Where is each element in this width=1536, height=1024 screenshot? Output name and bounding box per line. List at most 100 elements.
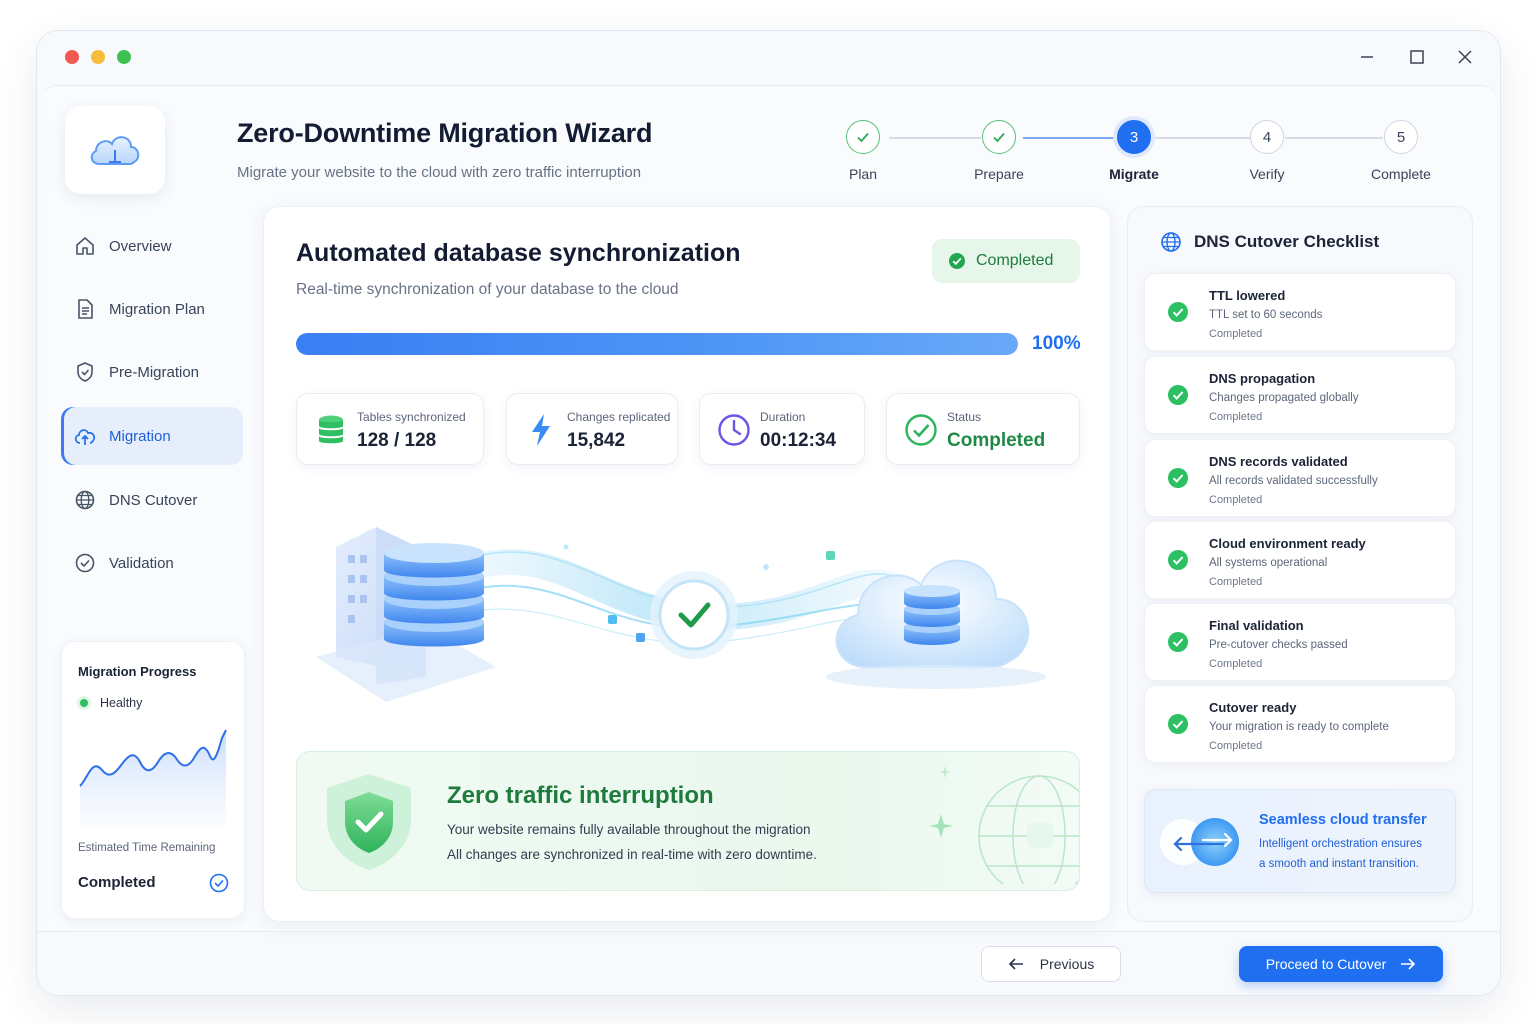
estimate-label: Estimated Time Remaining xyxy=(78,842,216,854)
sidebar-item-label: Migration xyxy=(109,427,171,445)
sidebar-item-label: Pre-Migration xyxy=(109,363,200,381)
checklist-item-title: DNS propagation xyxy=(1209,371,1316,386)
document-icon xyxy=(73,297,97,321)
minimize-icon[interactable] xyxy=(1353,43,1381,71)
step-label: Migrate xyxy=(1109,166,1159,182)
zero-card-line2: All changes are synchronized in real-tim… xyxy=(447,847,817,862)
sidebar-item-label: Overview xyxy=(109,237,172,255)
sidebar-item-dns-cutover[interactable]: DNS Cutover xyxy=(61,471,243,529)
checklist-item-status: Completed xyxy=(1209,576,1263,588)
stat-value: Completed xyxy=(947,430,1046,451)
checklist-item-cloud-env: Cloud environment ready All systems oper… xyxy=(1144,521,1456,599)
sidebar-item-overview[interactable]: Overview xyxy=(61,217,243,275)
step-label: Prepare xyxy=(974,166,1024,182)
sync-progress-percent: 100% xyxy=(1032,333,1081,354)
sync-illustration xyxy=(316,527,1046,702)
checklist-item-desc: All records validated successfully xyxy=(1209,475,1378,487)
estimate-value: Completed xyxy=(78,874,156,891)
zero-card-title: Zero traffic interruption xyxy=(447,782,714,809)
step-complete[interactable]: 5 Complete xyxy=(1356,120,1446,182)
checklist-item-dns-propagation: DNS propagation Changes propagated globa… xyxy=(1144,356,1456,434)
close-dot[interactable] xyxy=(65,50,79,64)
lightning-icon xyxy=(523,412,559,448)
previous-button-label: Previous xyxy=(1039,956,1095,972)
sync-subtitle: Real-time synchronization of your databa… xyxy=(296,281,679,298)
close-icon[interactable] xyxy=(1451,43,1479,71)
seamless-line1: Intelligent orchestration ensures xyxy=(1259,838,1423,850)
checklist-item-status: Completed xyxy=(1209,494,1263,506)
dns-checklist-panel: DNS Cutover Checklist TTL lowered TTL se… xyxy=(1127,206,1473,922)
health-status: Healthy xyxy=(80,696,142,710)
sidebar-item-label: Validation xyxy=(109,554,174,572)
sidebar-item-migration[interactable]: Migration xyxy=(61,407,243,465)
step-label: Plan xyxy=(848,166,878,182)
previous-button[interactable]: Previous xyxy=(981,946,1121,982)
checklist-item-desc: Your migration is ready to complete xyxy=(1209,721,1389,733)
check-circle-icon xyxy=(948,252,966,270)
stat-label: Changes replicated xyxy=(567,410,671,424)
sidebar-item-pre-migration[interactable]: Pre-Migration xyxy=(61,343,243,401)
check-circle-icon xyxy=(903,412,939,448)
sync-card: Automated database synchronization Real-… xyxy=(263,206,1111,922)
sidebar-item-validation[interactable]: Validation xyxy=(61,534,243,592)
cloud-logo-icon xyxy=(90,136,140,165)
checklist-item-cutover-ready: Cutover ready Your migration is ready to… xyxy=(1144,685,1456,763)
checklist-item-title: Final validation xyxy=(1209,618,1304,633)
sync-title: Automated database synchronization xyxy=(296,239,741,267)
stat-label: Duration xyxy=(760,410,806,424)
title-bar xyxy=(37,31,1500,85)
seamless-line2: a smooth and instant transition. xyxy=(1259,858,1419,870)
proceed-to-cutover-button[interactable]: Proceed to Cutover xyxy=(1239,946,1443,982)
checklist-title: DNS Cutover Checklist xyxy=(1194,232,1380,251)
sync-check-icon xyxy=(650,571,738,659)
globe-icon xyxy=(73,488,97,512)
arrow-right-icon xyxy=(1400,957,1416,971)
step-migrate[interactable]: 3 Migrate xyxy=(1089,120,1179,182)
sidebar-item-migration-plan[interactable]: Migration Plan xyxy=(61,280,243,338)
checklist-item-status: Completed xyxy=(1209,740,1263,752)
checklist-item-final-validation: Final validation Pre-cutover checks pass… xyxy=(1144,603,1456,681)
check-circle-icon xyxy=(209,873,229,893)
zero-card-line1: Your website remains fully available thr… xyxy=(447,822,811,837)
content-area: Overview Migration Plan Pre-Migration Mi… xyxy=(41,85,1497,931)
checklist-item-status: Completed xyxy=(1209,658,1263,670)
step-prepare[interactable]: Prepare xyxy=(954,120,1044,182)
step-plan[interactable]: Plan xyxy=(818,120,908,182)
checklist-item-dns-records: DNS records validated All records valida… xyxy=(1144,439,1456,517)
maximize-icon[interactable] xyxy=(1403,43,1431,71)
migration-progress-card: Migration Progress Healthy Estimated Tim… xyxy=(61,641,245,919)
status-badge-label: Completed xyxy=(976,252,1054,269)
step-done-check-icon xyxy=(846,120,880,154)
check-circle-icon xyxy=(1168,385,1188,405)
app-window: Overview Migration Plan Pre-Migration Mi… xyxy=(36,30,1501,996)
stat-tables: Tables synchronized 128 / 128 xyxy=(296,393,484,465)
stat-status: Status Completed xyxy=(886,393,1080,465)
seamless-transfer-card: Seamless cloud transfer Intelligent orch… xyxy=(1144,789,1456,893)
status-badge: Completed xyxy=(932,239,1080,283)
stat-label: Status xyxy=(947,410,982,424)
check-circle-icon xyxy=(1168,632,1188,652)
stat-duration: Duration 00:12:34 xyxy=(699,393,865,465)
check-circle-icon xyxy=(1168,302,1188,322)
database-icon xyxy=(313,412,349,448)
proceed-button-label: Proceed to Cutover xyxy=(1265,956,1387,972)
checklist-item-title: TTL lowered xyxy=(1209,288,1286,303)
checklist-item-status: Completed xyxy=(1209,411,1263,423)
checklist-item-status: Completed xyxy=(1209,328,1263,340)
checklist-item-title: Cutover ready xyxy=(1209,700,1297,715)
minimize-dot[interactable] xyxy=(91,50,105,64)
sidebar-item-label: DNS Cutover xyxy=(109,491,198,509)
step-label: Verify xyxy=(1249,166,1285,182)
globe-icon xyxy=(1160,231,1182,253)
zoom-dot[interactable] xyxy=(117,50,131,64)
checklist-item-desc: All systems operational xyxy=(1209,557,1328,569)
step-done-check-icon xyxy=(982,120,1016,154)
step-verify[interactable]: 4 Verify xyxy=(1222,120,1312,182)
checklist-item-title: DNS records validated xyxy=(1209,454,1348,469)
step-number: 5 xyxy=(1384,120,1418,154)
arrow-left-icon xyxy=(1008,957,1024,971)
checklist-item-ttl: TTL lowered TTL set to 60 seconds Comple… xyxy=(1144,273,1456,351)
step-number: 3 xyxy=(1117,120,1151,154)
home-icon xyxy=(73,234,97,258)
footer-bar: Previous Proceed to Cutover xyxy=(37,931,1500,997)
